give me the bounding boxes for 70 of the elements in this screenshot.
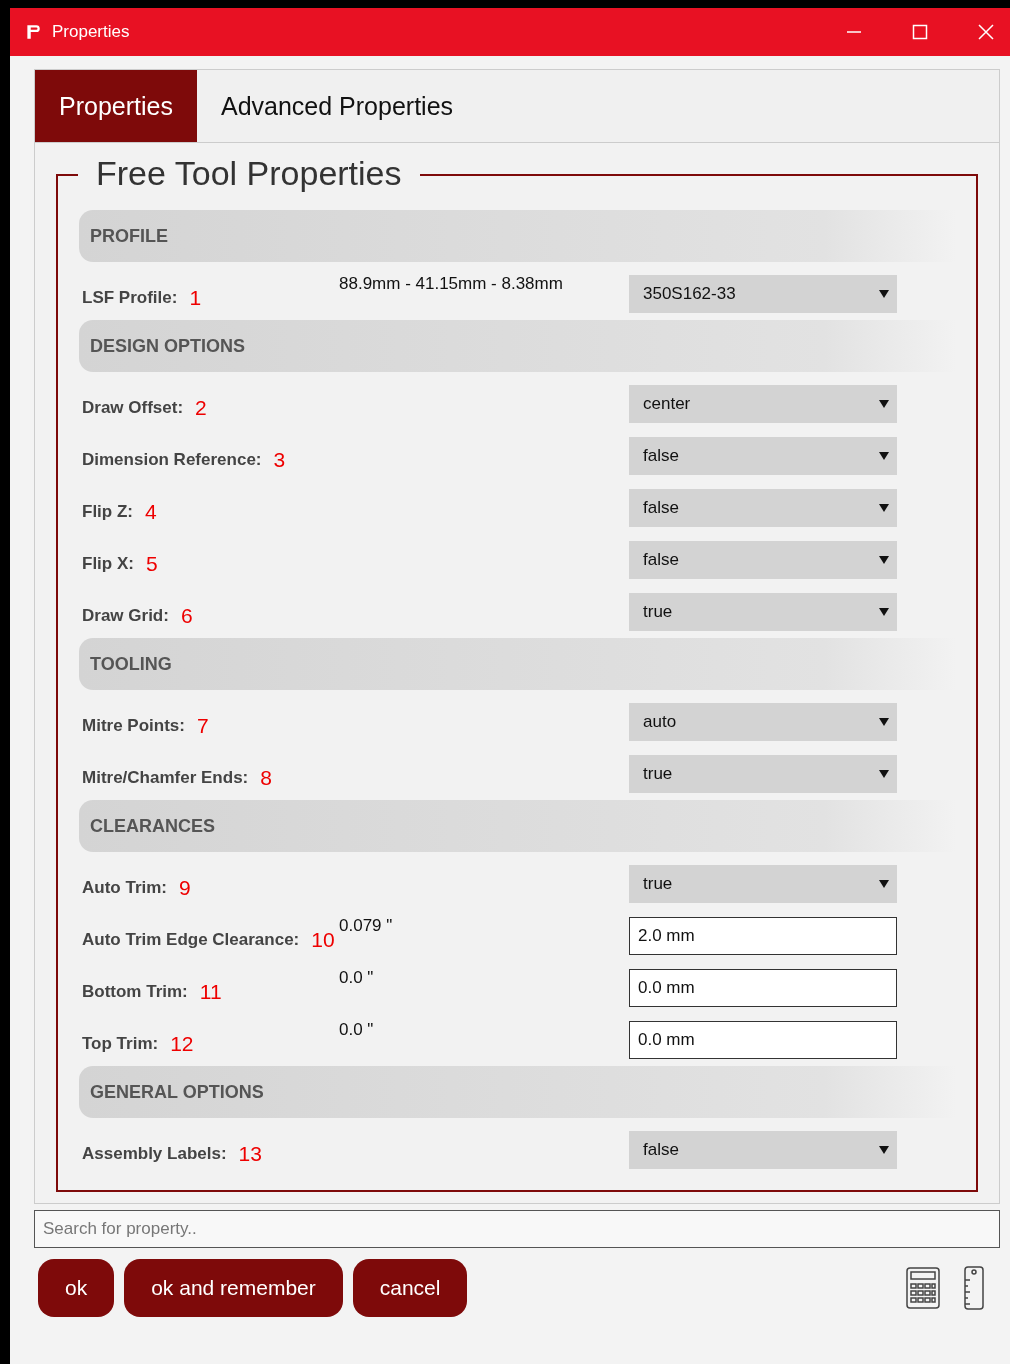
property-label: Mitre Points: [82, 716, 185, 736]
ruler-icon[interactable] [964, 1266, 984, 1310]
search-field[interactable]: Search for property.. [34, 1210, 1000, 1248]
input-field[interactable]: 2.0 mm [629, 917, 897, 955]
property-label: Auto Trim Edge Clearance: [82, 930, 300, 950]
converted-value: 0.079 " [339, 916, 393, 935]
annotation-number: 13 [238, 1142, 262, 1166]
caret-icon [879, 289, 889, 299]
dropdown[interactable]: false [629, 489, 897, 527]
annotation-number: 7 [196, 714, 209, 738]
caret-icon [879, 451, 889, 461]
property-label: Bottom Trim: [82, 982, 188, 1002]
tab[interactable]: Properties [35, 70, 197, 142]
dropdown[interactable]: auto [629, 703, 897, 741]
input-field[interactable]: 0.0 mm [629, 969, 897, 1007]
close-icon[interactable] [978, 24, 994, 40]
annotation-number: 12 [170, 1032, 194, 1056]
property-label: Flip X: [82, 554, 134, 574]
property-label: LSF Profile: [82, 288, 178, 308]
caret-icon [879, 717, 889, 727]
dropdown[interactable]: false [629, 541, 897, 579]
caret-icon [879, 607, 889, 617]
dropdown[interactable]: false [629, 437, 897, 475]
annotation-number: 3 [273, 448, 286, 472]
section-title: CLEARANCES [90, 815, 215, 837]
section-title: TOOLING [90, 653, 172, 675]
annotation-number: 11 [199, 980, 222, 1004]
property-label: Auto Trim: [82, 878, 167, 898]
maximize-icon[interactable] [912, 24, 928, 40]
annotation-number: 8 [260, 766, 272, 790]
converted-value: 88.9mm - 41.15mm - 8.38mm [339, 274, 563, 293]
app-logo-icon [24, 23, 42, 41]
property-label: Assembly Labels: [82, 1144, 227, 1164]
converted-value: 0.0 " [339, 968, 374, 987]
caret-icon [879, 879, 889, 889]
section-title: GENERAL OPTIONS [90, 1081, 264, 1103]
caret-icon [879, 769, 889, 779]
caret-icon [879, 503, 889, 513]
annotation-number: 9 [179, 876, 191, 900]
property-label: Dimension Reference: [82, 450, 262, 470]
section-title: DESIGN OPTIONS [90, 335, 246, 357]
annotation-number: 1 [189, 286, 202, 310]
caret-icon [879, 399, 889, 409]
dropdown[interactable]: center [629, 385, 897, 423]
caret-icon [879, 555, 889, 565]
section-title: PROFILE [90, 225, 168, 247]
input-field[interactable]: 0.0 mm [629, 1021, 897, 1059]
annotation-number: 5 [145, 552, 158, 576]
annotation-number: 2 [195, 396, 207, 420]
dropdown[interactable]: false [629, 1131, 897, 1169]
calculator-icon[interactable] [906, 1267, 940, 1309]
property-label: Top Trim: [82, 1034, 159, 1054]
dropdown[interactable]: 350S162-33 [629, 275, 897, 313]
dropdown[interactable]: true [629, 865, 897, 903]
action-button[interactable]: ok [38, 1259, 115, 1317]
property-label: Draw Offset: [82, 398, 184, 418]
converted-value: 0.0 " [339, 1020, 374, 1039]
caret-icon [879, 1145, 889, 1155]
property-label: Draw Grid: [82, 606, 169, 626]
property-label: Mitre/Chamfer Ends: [82, 768, 249, 788]
dropdown[interactable]: true [629, 593, 897, 631]
action-button[interactable]: cancel [352, 1259, 468, 1317]
property-label: Flip Z: [82, 502, 133, 522]
window-title: Properties [52, 22, 130, 42]
annotation-number: 4 [145, 500, 157, 524]
annotation-number: 6 [180, 604, 193, 628]
tab[interactable]: Advanced Properties [196, 70, 478, 142]
annotation-number: 10 [311, 928, 335, 952]
dropdown[interactable]: true [629, 755, 897, 793]
action-button[interactable]: ok and remember [124, 1259, 343, 1317]
